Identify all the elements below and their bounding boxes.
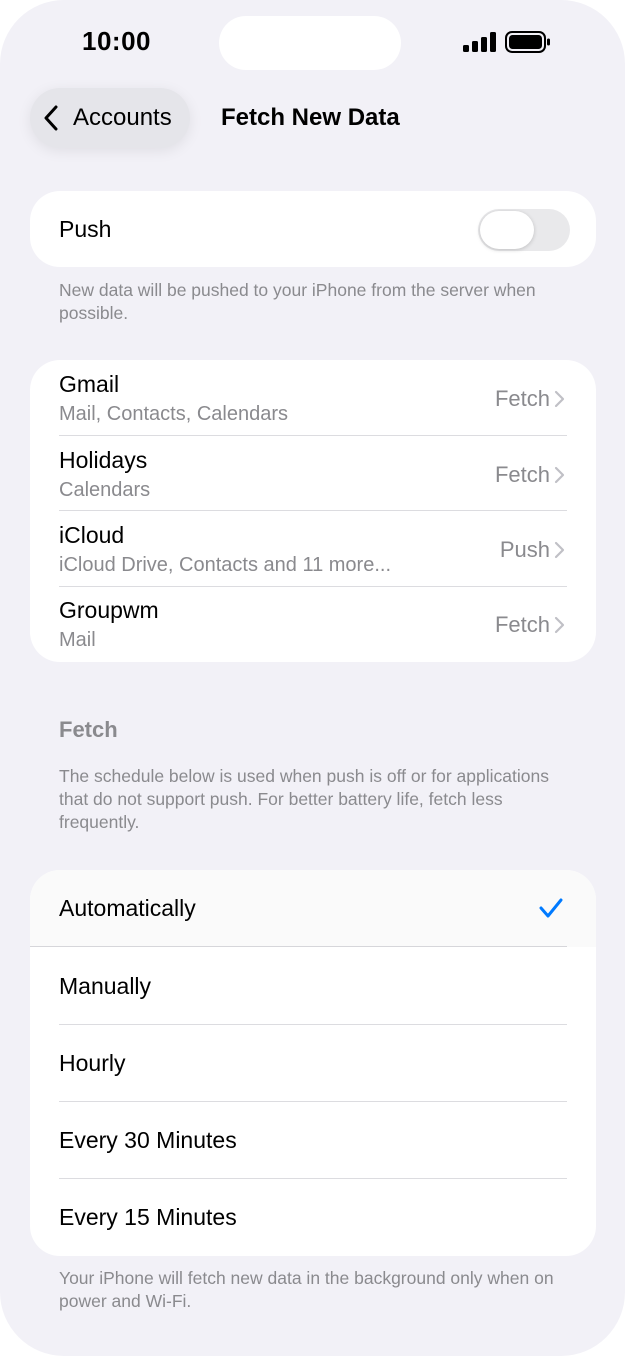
signal-icon	[463, 32, 496, 52]
fetch-schedule-list: Automatically Manually Hourly Every 30 M…	[30, 870, 596, 1256]
accounts-list: Gmail Mail, Contacts, Calendars Fetch Ho…	[30, 360, 596, 662]
back-label: Accounts	[73, 104, 172, 131]
chevron-right-icon	[554, 616, 565, 634]
account-name: iCloud	[59, 522, 125, 548]
account-fetch-mode: Fetch	[494, 462, 550, 487]
option-automatically[interactable]: Automatically	[30, 870, 596, 947]
account-fetch-mode: Fetch	[494, 386, 550, 411]
account-fetch-mode: Push	[499, 537, 550, 562]
fetch-description: The schedule below is used when push is …	[59, 766, 549, 832]
account-name: Groupwm	[59, 597, 159, 623]
option-label: Automatically	[59, 895, 196, 921]
account-row-groupwm[interactable]: Groupwm Mail Fetch	[30, 586, 596, 662]
battery-icon	[505, 31, 550, 53]
option-hourly[interactable]: Hourly	[30, 1025, 596, 1102]
option-label: Every 15 Minutes	[59, 1204, 237, 1230]
option-every-30-minutes[interactable]: Every 30 Minutes	[30, 1102, 596, 1179]
push-row: Push	[30, 191, 596, 267]
option-label: Manually	[59, 973, 152, 999]
push-label: Push	[59, 216, 112, 242]
account-detail: Calendars	[59, 479, 151, 501]
chevron-right-icon	[554, 541, 565, 559]
push-toggle[interactable]	[478, 209, 570, 251]
account-row-holidays[interactable]: Holidays Calendars Fetch	[30, 436, 596, 512]
chevron-right-icon	[554, 390, 565, 408]
phone-screen: 10:00 Accounts Fetch New Data Push New d…	[0, 0, 625, 1356]
toggle-knob	[480, 211, 534, 249]
divider	[30, 946, 567, 947]
account-detail: Mail, Contacts, Calendars	[59, 403, 288, 425]
account-fetch-mode: Fetch	[494, 612, 550, 637]
push-footer: New data will be pushed to your iPhone f…	[59, 280, 536, 323]
option-manually[interactable]: Manually	[30, 948, 596, 1025]
chevron-right-icon	[554, 466, 565, 484]
dynamic-island	[219, 16, 401, 70]
account-row-icloud[interactable]: iCloud iCloud Drive, Contacts and 11 mor…	[30, 511, 596, 587]
chevron-left-icon	[44, 105, 58, 131]
page-title: Fetch New Data	[221, 104, 400, 131]
back-button[interactable]: Accounts	[30, 88, 190, 148]
fetch-section-header: Fetch	[59, 717, 118, 742]
account-row-gmail[interactable]: Gmail Mail, Contacts, Calendars Fetch	[30, 360, 596, 436]
option-every-15-minutes[interactable]: Every 15 Minutes	[30, 1179, 596, 1256]
account-detail: Mail	[59, 629, 96, 651]
account-detail: iCloud Drive, Contacts and 11 more...	[59, 554, 392, 576]
checkmark-icon	[539, 898, 563, 918]
status-time: 10:00	[82, 26, 151, 56]
option-label: Hourly	[59, 1050, 126, 1076]
fetch-footer: Your iPhone will fetch new data in the b…	[59, 1268, 554, 1311]
account-name: Holidays	[59, 447, 148, 473]
option-label: Every 30 Minutes	[59, 1127, 237, 1153]
account-name: Gmail	[59, 371, 120, 397]
